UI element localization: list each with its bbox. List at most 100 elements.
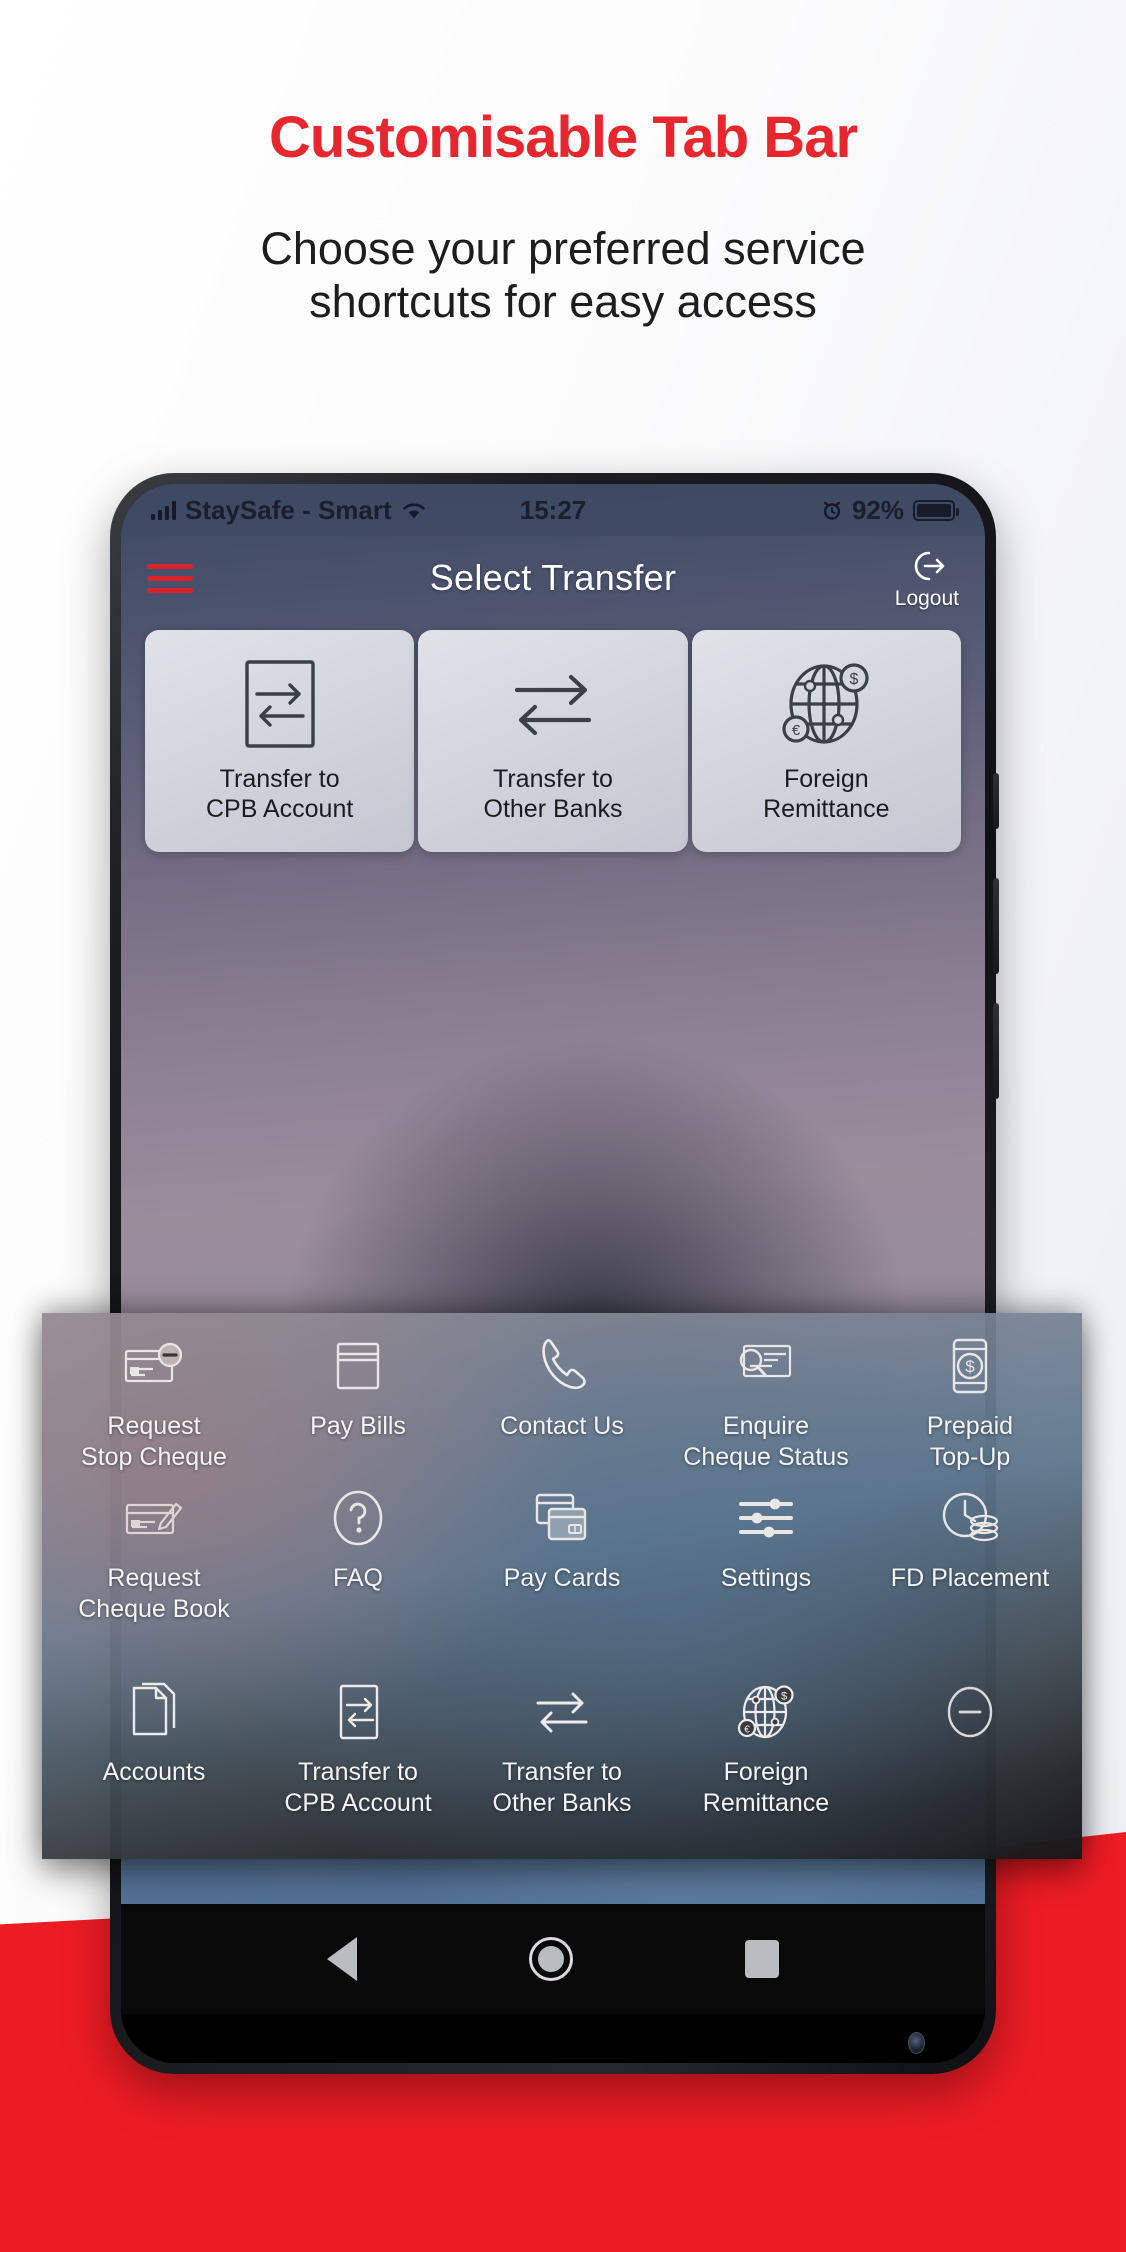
tab-item-label-line-1: Accounts [102,1758,206,1786]
svg-text:$: $ [965,1357,975,1376]
tab-item-label-line-2: Remittance [702,1788,830,1817]
tab-item-foreign-remittance[interactable]: $ € Foreign Remittance [664,1679,868,1869]
remove-circle-icon [941,1679,999,1745]
phone-bottom-bezel [121,2014,985,2063]
card-transfer-to-cpb-account[interactable]: Transfer to CPB Account [145,630,415,852]
globe-currency-icon: $ € [734,1679,798,1745]
tab-item-enquire-cheque-status[interactable]: Enquire Cheque Status [664,1333,868,1485]
cheque-book-icon [123,1485,185,1551]
transfer-card-row: Transfer to CPB Account Transfer to Othe… [121,620,985,852]
accounts-documents-icon [128,1679,180,1745]
camera-lens-icon [908,2032,925,2054]
card-label-line-1: Foreign [783,764,869,793]
card-label-line-2: CPB Account [206,795,354,823]
card-transfer-to-other-banks[interactable]: Transfer to Other Banks [418,630,688,852]
cheque-search-icon [734,1333,798,1399]
svg-text:€: € [744,1725,750,1736]
tab-item-request-cheque-book[interactable]: Request Cheque Book [52,1485,256,1645]
tab-panel-row-3: Accounts Transfer to CPB Account Transfe… [52,1679,1072,1869]
tab-item-label: Transfer to Other Banks [493,1757,632,1818]
settings-sliders-icon [735,1485,797,1551]
tab-item-label-line-1: Request [107,1564,201,1592]
tab-item-contact-us[interactable]: Contact Us [460,1333,664,1485]
page-subtitle-line-2: shortcuts for easy access [309,276,817,328]
svg-text:$: $ [781,1691,787,1703]
tab-item-label-line-2: Stop Cheque [81,1442,227,1471]
tab-panel-row-2: Request Cheque Book FAQ Pay Cards Settin… [52,1485,1072,1645]
phone-side-button-volume-up[interactable] [993,878,999,974]
android-nav-bar [121,1904,985,2014]
transfer-external-icon [530,1679,594,1745]
tab-item-label: Contact Us [500,1411,624,1442]
tab-item-remove-slot[interactable] [868,1679,1072,1869]
tab-item-label-line-1: Contact Us [500,1412,624,1440]
tab-item-label-line-1: FD Placement [890,1564,1050,1592]
tab-item-label: Pay Cards [504,1563,621,1594]
transfer-internal-icon [235,658,325,750]
tab-item-transfer-to-other-banks[interactable]: Transfer to Other Banks [460,1679,664,1869]
tab-item-pay-cards[interactable]: Pay Cards [460,1485,664,1645]
phone-side-button-mute[interactable] [993,773,999,829]
tab-item-prepaid-top-up[interactable]: $ Prepaid Top-Up [868,1333,1072,1485]
tab-item-transfer-to-cpb-account[interactable]: Transfer to CPB Account [256,1679,460,1869]
fd-placement-icon [937,1485,1003,1551]
tab-item-label: FD Placement [891,1563,1049,1594]
card-label: Foreign Remittance [763,764,889,825]
card-label-line-1: Transfer to [493,764,613,793]
transfer-internal-icon [331,1679,385,1745]
pay-bills-icon [330,1333,386,1399]
tab-item-label: Request Cheque Book [78,1563,230,1624]
phone-side-button-volume-down[interactable] [993,1003,999,1099]
tab-item-pay-bills[interactable]: Pay Bills [256,1333,460,1485]
tab-item-label-line-1: Pay Cards [503,1564,621,1592]
tab-item-label-line-1: Prepaid [926,1412,1014,1440]
tab-item-label-line-1: Foreign [723,1758,809,1786]
tab-item-label-line-1: FAQ [332,1564,383,1592]
tab-item-label-line-1: Enquire [722,1412,810,1440]
battery-percent-label: 92% [851,494,904,525]
tab-item-label-line-1: Settings [720,1564,812,1592]
tab-item-settings[interactable]: Settings [664,1485,868,1645]
customisable-tab-panel: Request Stop Cheque Pay Bills Contact Us… [42,1313,1082,1859]
tab-panel-row-1: Request Stop Cheque Pay Bills Contact Us… [52,1333,1072,1485]
tab-item-label: Enquire Cheque Status [683,1411,848,1472]
svg-text:$: $ [850,671,859,688]
tab-item-label-line-2: CPB Account [284,1788,432,1817]
globe-currency-icon: $ € [776,658,876,750]
prepaid-topup-icon: $ [944,1333,996,1399]
card-label-line-2: Other Banks [483,795,623,823]
tab-item-label: Prepaid Top-Up [927,1411,1013,1472]
card-foreign-remittance[interactable]: $ € Foreign Remittance [691,630,961,852]
tab-item-fd-placement[interactable]: FD Placement [868,1485,1072,1645]
transfer-external-icon [503,658,603,750]
pay-cards-icon [531,1485,593,1551]
wifi-icon [402,502,425,518]
tab-item-label-line-1: Request [107,1412,201,1440]
back-triangle-icon[interactable] [327,1937,357,1981]
battery-full-icon [913,499,959,521]
tab-item-accounts[interactable]: Accounts [52,1679,256,1869]
status-bar-left: StaySafe - Smart [151,495,427,526]
home-circle-icon[interactable] [529,1937,573,1981]
tab-item-request-stop-cheque[interactable]: Request Stop Cheque [52,1333,256,1485]
tab-item-label-line-2: Cheque Book [78,1594,230,1623]
tab-item-label-line-1: Transfer to [502,1758,622,1786]
tab-item-label: Request Stop Cheque [81,1411,227,1472]
card-label-line-2: Remittance [763,795,890,823]
stop-cheque-icon [123,1333,185,1399]
page-subtitle: Choose your preferred service shortcuts … [113,222,1013,328]
recents-square-icon[interactable] [745,1940,779,1978]
tab-item-label: Settings [721,1563,811,1594]
status-bar: StaySafe - Smart 15:27 92% [121,484,985,536]
question-mark-icon [330,1485,386,1551]
card-label: Transfer to Other Banks [484,764,623,825]
card-label-line-1: Transfer to [219,764,340,793]
card-label: Transfer to CPB Account [206,764,353,825]
app-title: Select Transfer [429,557,677,598]
svg-text:€: € [792,722,801,739]
tab-item-label: Transfer to CPB Account [284,1757,431,1818]
tab-item-label: Accounts [103,1757,206,1788]
signal-bars-icon [151,500,176,520]
tab-item-faq[interactable]: FAQ [256,1485,460,1645]
tab-item-label: FAQ [333,1563,383,1594]
